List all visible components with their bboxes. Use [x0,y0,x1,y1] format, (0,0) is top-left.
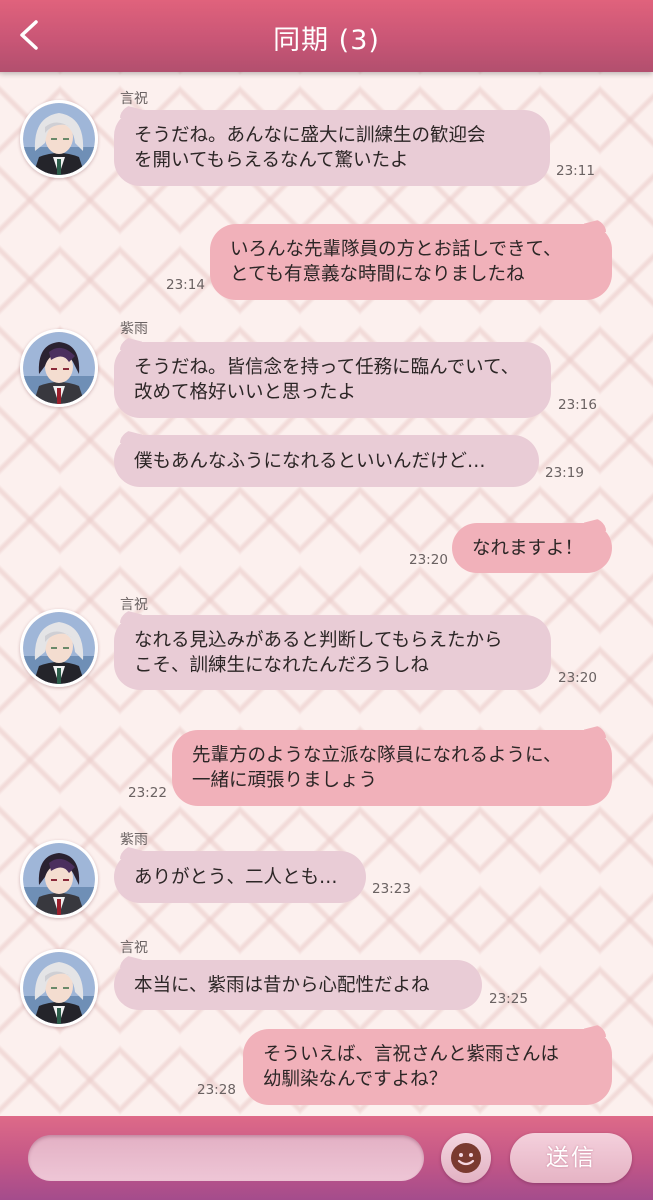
message-time: 23:16 [558,397,597,413]
message-time: 23:19 [545,465,584,481]
sender-name: 言祝 [120,940,148,956]
chat-bubble-outgoing: なれますよ！ [452,523,612,573]
chat-bubble-incoming: そうだね。あんなに盛大に訓練生の歓迎会 を開いてもらえるなんて驚いたよ [114,110,550,186]
face-icon [451,1143,481,1173]
chat-header: 同期 (3) [0,0,653,72]
message-time: 23:25 [489,991,528,1007]
sender-name: 紫雨 [120,321,148,337]
send-button[interactable]: 送信 [510,1133,632,1183]
message-input[interactable] [28,1135,424,1181]
chat-bubble-outgoing: いろんな先輩隊員の方とお話しできて、 とても有意義な時間になりましたね [210,224,612,300]
avatar-kotohogi[interactable] [20,609,98,687]
chat-bubble-incoming: ありがとう、二人とも… [114,851,366,903]
message-time: 23:11 [556,163,595,179]
message-time: 23:23 [372,881,411,897]
chat-bubble-outgoing: そういえば、言祝さんと紫雨さんは 幼馴染なんですよね？ [243,1029,612,1105]
message-time: 23:14 [166,277,205,293]
input-bar: 送信 [0,1116,653,1200]
message-time: 23:20 [409,552,448,568]
message-time: 23:22 [128,785,167,801]
chat-bubble-incoming: 本当に、紫雨は昔から心配性だよね [114,960,482,1010]
sender-name: 言祝 [120,597,148,613]
chat-title: 同期 (3) [273,25,380,56]
avatar-shigure[interactable] [20,329,98,407]
emoji-button[interactable] [441,1133,491,1183]
sender-name: 言祝 [120,91,148,107]
avatar-kotohogi[interactable] [20,949,98,1027]
message-time: 23:28 [197,1082,236,1098]
avatar-kotohogi[interactable] [20,100,98,178]
chat-bubble-incoming: 僕もあんなふうになれるといいんだけど… [114,435,539,487]
sender-name: 紫雨 [120,832,148,848]
message-time: 23:20 [558,670,597,686]
chat-bubble-outgoing: 先輩方のような立派な隊員になれるように、 一緒に頑張りましょう [172,730,612,806]
chat-bubble-incoming: なれる見込みがあると判断してもらえたから こそ、訓練生になれたんだろうしね [114,615,551,690]
avatar-shigure[interactable] [20,840,98,918]
chat-bubble-incoming: そうだね。皆信念を持って任務に臨んでいて、 改めて格好いいと思ったよ [114,342,551,418]
